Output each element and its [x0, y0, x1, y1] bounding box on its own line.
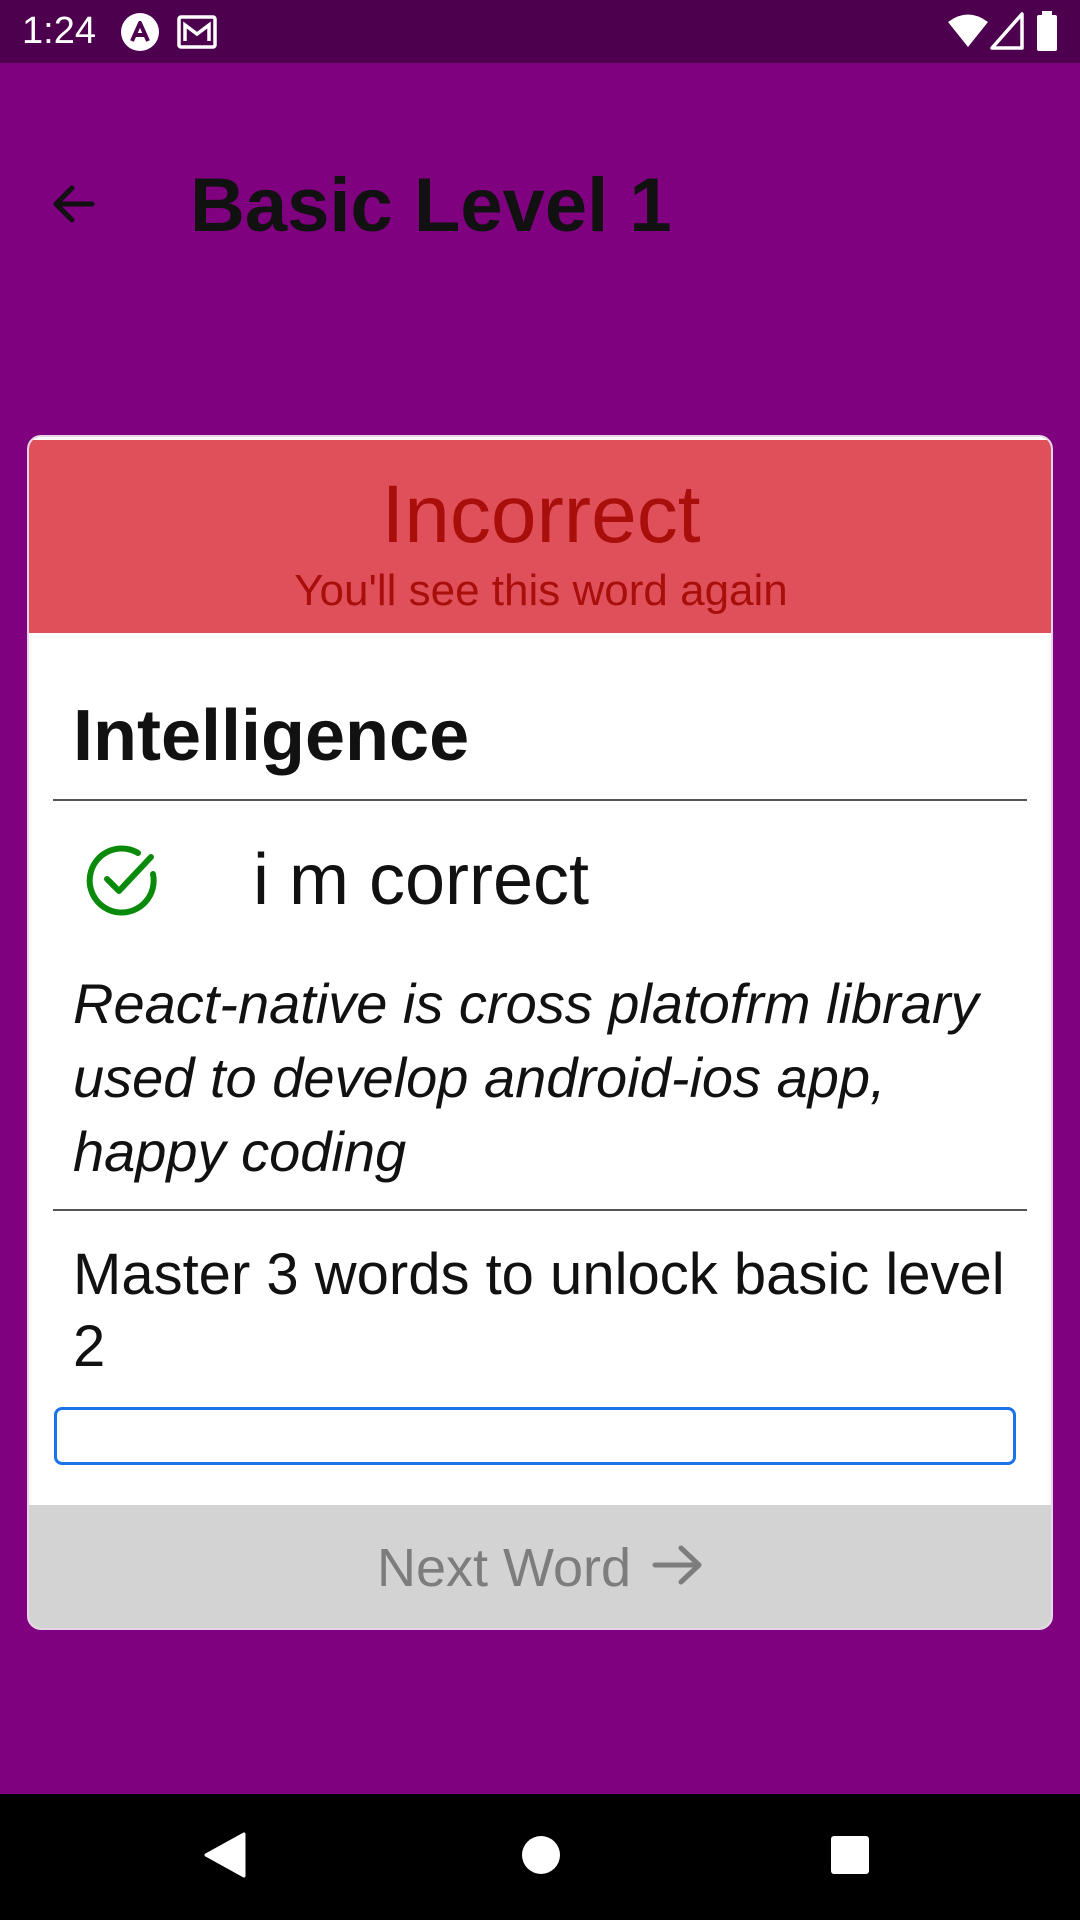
progress-text: Master 3 words to unlock basic level 2 — [73, 1242, 1005, 1379]
battery-icon — [1036, 10, 1058, 57]
divider — [53, 799, 1027, 801]
app-notification-icon — [120, 12, 160, 57]
recents-nav-button[interactable] — [817, 1824, 883, 1890]
gmail-icon — [176, 12, 218, 57]
back-button[interactable] — [36, 168, 112, 244]
check-circle-icon — [83, 841, 161, 919]
word-title: Intelligence — [73, 696, 470, 776]
feedback-subtitle: You'll see this word again — [294, 566, 788, 615]
feedback-title: Incorrect — [381, 469, 701, 560]
recents-nav-icon — [829, 1834, 871, 1881]
home-nav-button[interactable] — [508, 1824, 574, 1890]
navigation-bar — [0, 1794, 1080, 1920]
wifi-icon — [946, 13, 990, 54]
definition-text: React-native is cross platofrm library u… — [73, 972, 979, 1183]
answer-text: i m correct — [253, 840, 590, 920]
arrow-back-icon — [48, 178, 100, 235]
arrow-right-icon — [651, 1542, 705, 1593]
next-word-button[interactable]: Next Word — [29, 1505, 1051, 1628]
back-nav-icon — [202, 1830, 248, 1885]
home-nav-icon — [520, 1834, 562, 1881]
app-bar: Basic Level 1 — [0, 63, 1080, 273]
answer-row: i m correct — [83, 832, 589, 928]
feedback-banner: Incorrect You'll see this word again — [29, 440, 1051, 633]
back-nav-button[interactable] — [192, 1824, 258, 1890]
next-word-label: Next Word — [376, 1537, 632, 1598]
signal-icon — [990, 12, 1024, 55]
divider — [53, 1209, 1027, 1211]
status-bar: 1:24 — [0, 0, 1080, 63]
status-time: 1:24 — [22, 10, 96, 52]
page-title: Basic Level 1 — [190, 163, 672, 248]
progress-bar — [54, 1407, 1016, 1465]
word-card: Incorrect You'll see this word again Int… — [27, 435, 1053, 1630]
